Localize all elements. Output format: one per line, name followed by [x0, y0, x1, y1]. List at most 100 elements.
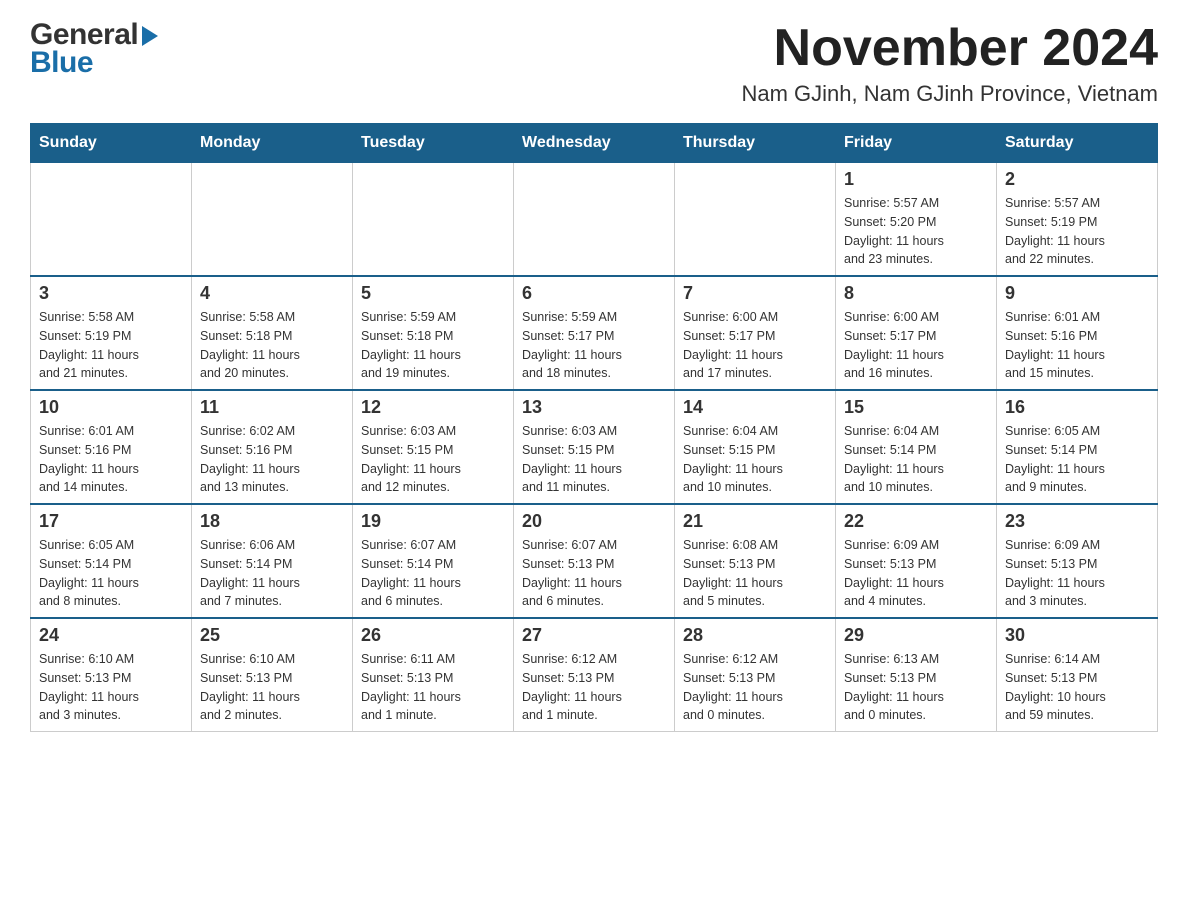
header-wednesday: Wednesday [514, 124, 675, 163]
header-monday: Monday [192, 124, 353, 163]
location-title: Nam GJinh, Nam GJinh Province, Vietnam [741, 81, 1158, 107]
table-row: 20Sunrise: 6:07 AM Sunset: 5:13 PM Dayli… [514, 504, 675, 618]
day-number: 14 [683, 397, 827, 418]
day-number: 4 [200, 283, 344, 304]
day-info: Sunrise: 6:00 AM Sunset: 5:17 PM Dayligh… [683, 308, 827, 383]
header-friday: Friday [836, 124, 997, 163]
table-row: 27 Sunrise: 6:12 AM Sunset: 5:13 PM Dayli… [514, 618, 675, 732]
week-row-3: 10 Sunrise: 6:01 AM Sunset: 5:16 PM Dayli… [31, 390, 1158, 504]
page-header: General Blue November 2024 Nam GJinh, Na… [30, 20, 1158, 107]
day-info: Sunrise: 5:57 AM Sunset: 5:20 PM Dayligh… [844, 194, 988, 269]
table-row: 26 Sunrise: 6:11 AM Sunset: 5:13 PM Dayli… [353, 618, 514, 732]
day-number: 13 [522, 397, 666, 418]
day-info: Sunrise: 5:58 AM Sunset: 5:18 PM Dayligh… [200, 308, 344, 383]
day-number: 25 [200, 625, 344, 646]
day-number: 16 [1005, 397, 1149, 418]
day-info: Sunrise: 6:07 AM Sunset: 5:13 PM Dayligh… [522, 536, 666, 611]
table-row: 29 Sunrise: 6:13 AM Sunset: 5:13 PM Dayli… [836, 618, 997, 732]
table-row [675, 163, 836, 277]
table-row: 17 Sunrise: 6:05 AM Sunset: 5:14 PM Dayli… [31, 504, 192, 618]
day-info: Sunrise: 6:02 AM Sunset: 5:16 PM Dayligh… [200, 422, 344, 497]
day-number: 24 [39, 625, 183, 646]
day-info: Sunrise: 6:06 AM Sunset: 5:14 PM Dayligh… [200, 536, 344, 611]
day-info: Sunrise: 6:09 AM Sunset: 5:13 PM Dayligh… [1005, 536, 1149, 611]
day-info: Sunrise: 6:11 AM Sunset: 5:13 PM Dayligh… [361, 650, 505, 725]
table-row: 11 Sunrise: 6:02 AM Sunset: 5:16 PM Dayli… [192, 390, 353, 504]
day-number: 30 [1005, 625, 1149, 646]
week-row-5: 24 Sunrise: 6:10 AM Sunset: 5:13 PM Dayli… [31, 618, 1158, 732]
table-row: 10 Sunrise: 6:01 AM Sunset: 5:16 PM Dayli… [31, 390, 192, 504]
day-number: 2 [1005, 169, 1149, 190]
table-row: 22 Sunrise: 6:09 AM Sunset: 5:13 PM Dayli… [836, 504, 997, 618]
logo: General Blue [30, 20, 158, 78]
day-info: Sunrise: 5:57 AM Sunset: 5:19 PM Dayligh… [1005, 194, 1149, 269]
day-number: 26 [361, 625, 505, 646]
day-info: Sunrise: 6:08 AM Sunset: 5:13 PM Dayligh… [683, 536, 827, 611]
header-sunday: Sunday [31, 124, 192, 163]
day-number: 17 [39, 511, 183, 532]
table-row: 2 Sunrise: 5:57 AM Sunset: 5:19 PM Daylig… [997, 163, 1158, 277]
table-row [31, 163, 192, 277]
day-info: Sunrise: 6:10 AM Sunset: 5:13 PM Dayligh… [39, 650, 183, 725]
week-row-4: 17 Sunrise: 6:05 AM Sunset: 5:14 PM Dayli… [31, 504, 1158, 618]
header-saturday: Saturday [997, 124, 1158, 163]
day-info: Sunrise: 6:01 AM Sunset: 5:16 PM Dayligh… [39, 422, 183, 497]
month-title: November 2024 [741, 20, 1158, 77]
day-info: Sunrise: 6:04 AM Sunset: 5:15 PM Dayligh… [683, 422, 827, 497]
table-row: 24 Sunrise: 6:10 AM Sunset: 5:13 PM Dayli… [31, 618, 192, 732]
table-row [514, 163, 675, 277]
day-number: 11 [200, 397, 344, 418]
header-tuesday: Tuesday [353, 124, 514, 163]
day-number: 28 [683, 625, 827, 646]
day-info: Sunrise: 6:07 AM Sunset: 5:14 PM Dayligh… [361, 536, 505, 611]
day-info: Sunrise: 6:01 AM Sunset: 5:16 PM Dayligh… [1005, 308, 1149, 383]
day-number: 23 [1005, 511, 1149, 532]
day-info: Sunrise: 6:14 AM Sunset: 5:13 PM Dayligh… [1005, 650, 1149, 725]
table-row: 6Sunrise: 5:59 AM Sunset: 5:17 PM Daylig… [514, 276, 675, 390]
day-info: Sunrise: 6:12 AM Sunset: 5:13 PM Dayligh… [522, 650, 666, 725]
table-row: 5Sunrise: 5:59 AM Sunset: 5:18 PM Daylig… [353, 276, 514, 390]
day-info: Sunrise: 6:12 AM Sunset: 5:13 PM Dayligh… [683, 650, 827, 725]
day-info: Sunrise: 6:05 AM Sunset: 5:14 PM Dayligh… [39, 536, 183, 611]
table-row: 23 Sunrise: 6:09 AM Sunset: 5:13 PM Dayli… [997, 504, 1158, 618]
week-row-1: 1 Sunrise: 5:57 AM Sunset: 5:20 PM Daylig… [31, 163, 1158, 277]
day-number: 27 [522, 625, 666, 646]
day-info: Sunrise: 6:04 AM Sunset: 5:14 PM Dayligh… [844, 422, 988, 497]
table-row: 30 Sunrise: 6:14 AM Sunset: 5:13 PM Dayli… [997, 618, 1158, 732]
day-info: Sunrise: 6:09 AM Sunset: 5:13 PM Dayligh… [844, 536, 988, 611]
day-number: 10 [39, 397, 183, 418]
day-info: Sunrise: 6:10 AM Sunset: 5:13 PM Dayligh… [200, 650, 344, 725]
table-row: 16 Sunrise: 6:05 AM Sunset: 5:14 PM Dayli… [997, 390, 1158, 504]
day-info: Sunrise: 6:03 AM Sunset: 5:15 PM Dayligh… [522, 422, 666, 497]
table-row: 19 Sunrise: 6:07 AM Sunset: 5:14 PM Dayli… [353, 504, 514, 618]
day-number: 21 [683, 511, 827, 532]
day-number: 1 [844, 169, 988, 190]
day-number: 5 [361, 283, 505, 304]
table-row: 18 Sunrise: 6:06 AM Sunset: 5:14 PM Dayli… [192, 504, 353, 618]
weekday-header-row: Sunday Monday Tuesday Wednesday Thursday… [31, 124, 1158, 163]
table-row: 7 Sunrise: 6:00 AM Sunset: 5:17 PM Daylig… [675, 276, 836, 390]
table-row: 25 Sunrise: 6:10 AM Sunset: 5:13 PM Dayli… [192, 618, 353, 732]
day-number: 7 [683, 283, 827, 304]
week-row-2: 3 Sunrise: 5:58 AM Sunset: 5:19 PM Daylig… [31, 276, 1158, 390]
title-area: November 2024 Nam GJinh, Nam GJinh Provi… [741, 20, 1158, 107]
header-thursday: Thursday [675, 124, 836, 163]
table-row [192, 163, 353, 277]
day-number: 3 [39, 283, 183, 304]
table-row: 12Sunrise: 6:03 AM Sunset: 5:15 PM Dayli… [353, 390, 514, 504]
day-info: Sunrise: 6:05 AM Sunset: 5:14 PM Dayligh… [1005, 422, 1149, 497]
day-number: 29 [844, 625, 988, 646]
day-info: Sunrise: 6:13 AM Sunset: 5:13 PM Dayligh… [844, 650, 988, 725]
day-info: Sunrise: 5:59 AM Sunset: 5:17 PM Dayligh… [522, 308, 666, 383]
day-number: 19 [361, 511, 505, 532]
table-row: 14 Sunrise: 6:04 AM Sunset: 5:15 PM Dayli… [675, 390, 836, 504]
calendar-table: Sunday Monday Tuesday Wednesday Thursday… [30, 123, 1158, 732]
logo-blue-text: Blue [30, 48, 158, 78]
day-info: Sunrise: 5:58 AM Sunset: 5:19 PM Dayligh… [39, 308, 183, 383]
day-number: 22 [844, 511, 988, 532]
table-row: 28 Sunrise: 6:12 AM Sunset: 5:13 PM Dayli… [675, 618, 836, 732]
day-number: 9 [1005, 283, 1149, 304]
day-number: 18 [200, 511, 344, 532]
table-row: 15Sunrise: 6:04 AM Sunset: 5:14 PM Dayli… [836, 390, 997, 504]
table-row: 1 Sunrise: 5:57 AM Sunset: 5:20 PM Daylig… [836, 163, 997, 277]
